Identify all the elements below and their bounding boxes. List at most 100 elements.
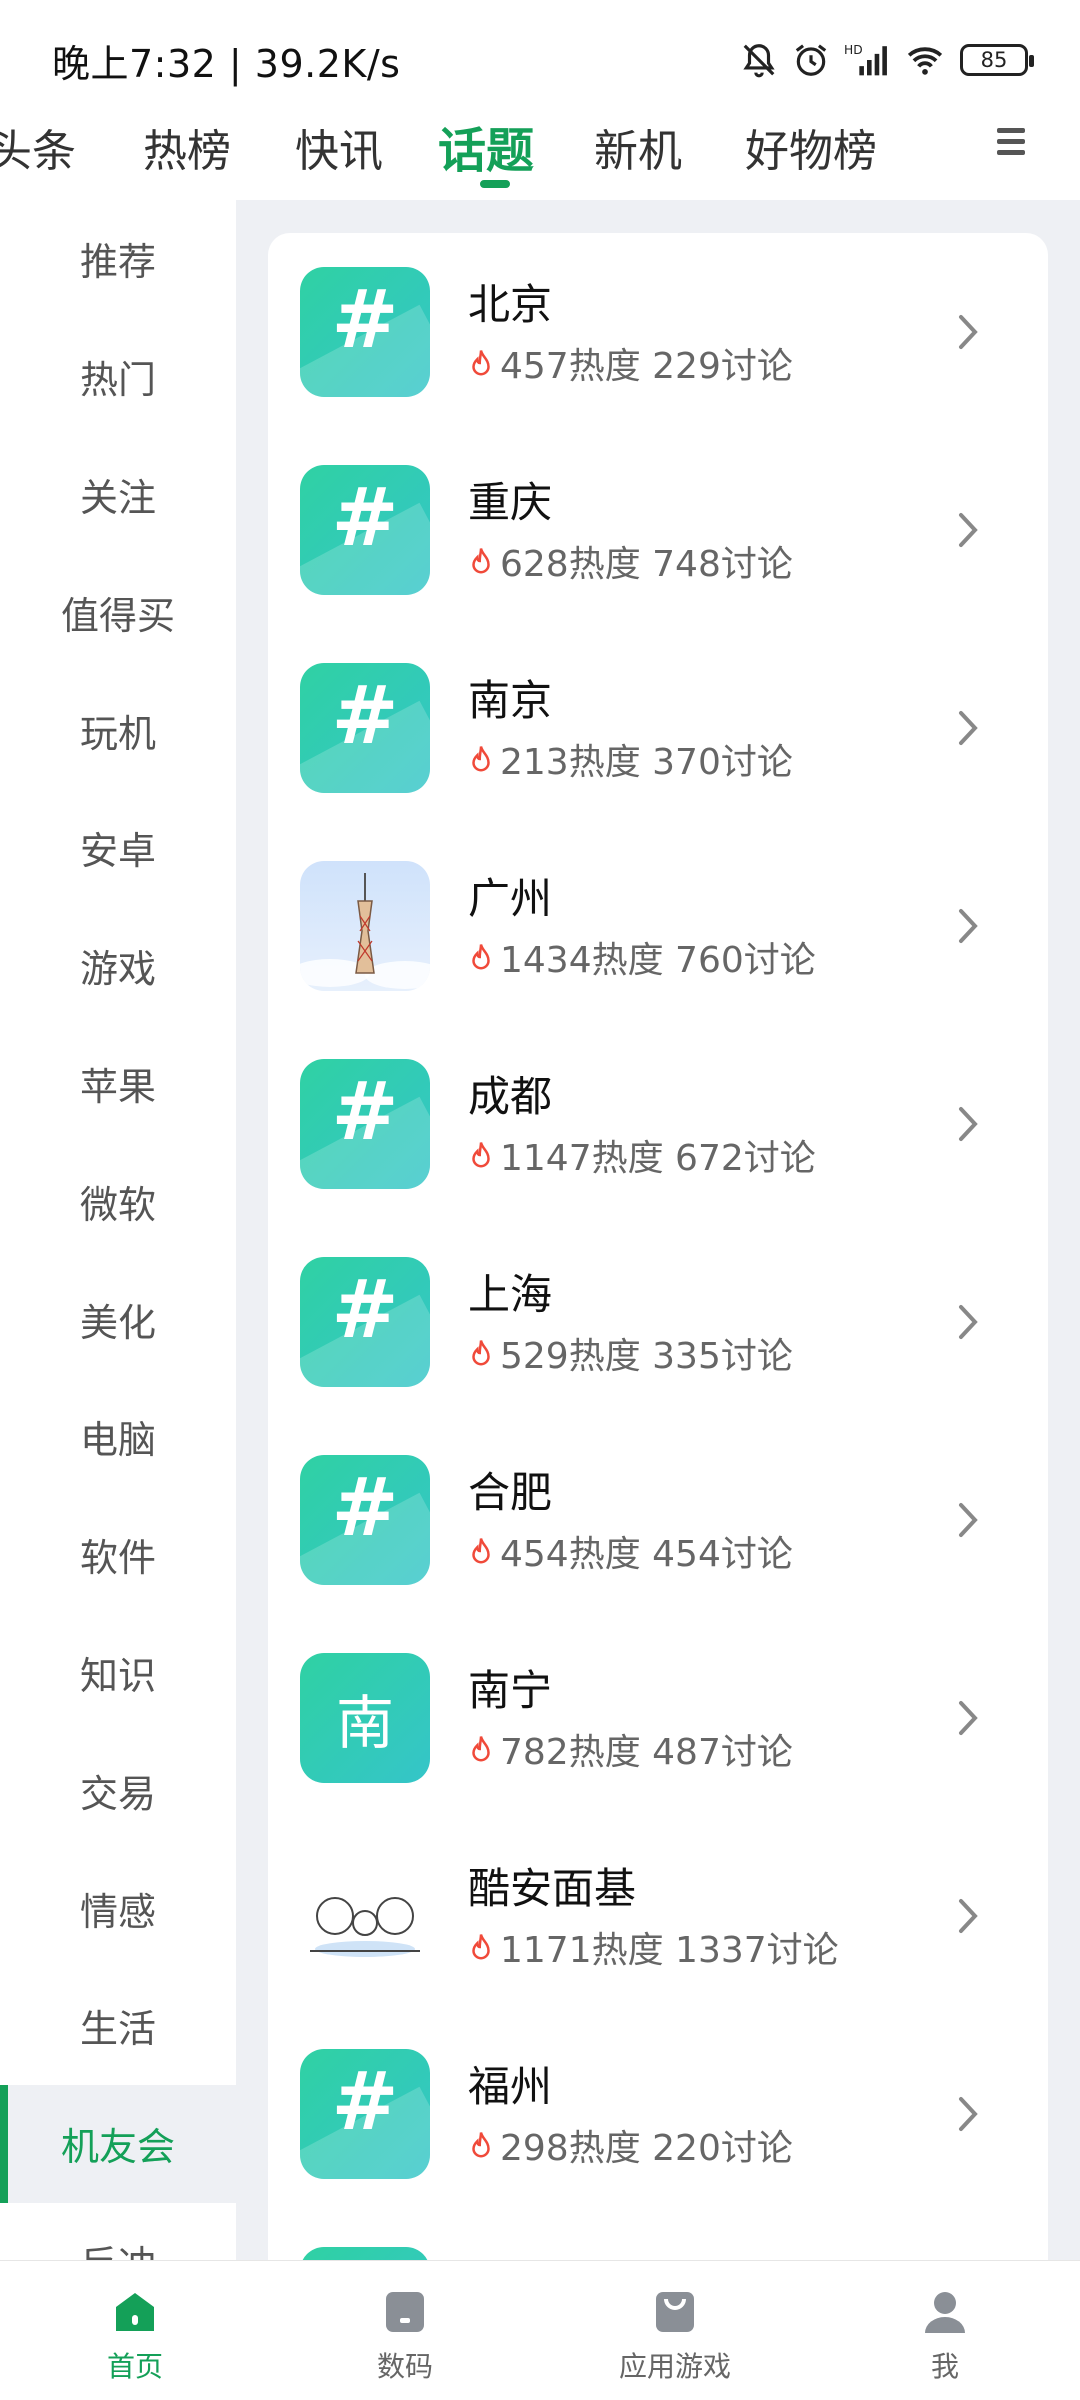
topic-stats-text: 298热度 220讨论 (500, 2128, 793, 2169)
topic-stats: 782热度 487讨论 (468, 1723, 793, 1775)
sidebar-item-popular[interactable]: 热门 (0, 318, 236, 436)
nav-digital[interactable]: 数码 (270, 2261, 540, 2400)
topic-item-partial[interactable]: # (268, 2213, 1048, 2260)
tab-news-flash[interactable]: 快讯 (295, 115, 383, 179)
fire-icon (472, 1736, 490, 1762)
nav-apps-games[interactable]: 应用游戏 (540, 2261, 810, 2400)
sidebar-item-following[interactable]: 关注 (0, 436, 236, 554)
topic-item[interactable]: 广州 1434热度 760讨论 (268, 827, 1048, 1025)
nav-home[interactable]: 首页 (0, 2261, 270, 2400)
tab-headlines[interactable]: 头条 (0, 115, 76, 179)
bottom-nav: 首页 数码 应用游戏 我 (0, 2260, 1080, 2400)
topic-title: 酷安面基 (468, 1864, 637, 1913)
topic-title: 北京 (468, 280, 553, 329)
hash-icon: # (300, 2049, 430, 2179)
chevron-right-icon (959, 513, 978, 547)
tab-good-products[interactable]: 好物榜 (745, 115, 877, 179)
sidebar-item-recommend[interactable]: 推荐 (0, 200, 236, 318)
topic-stats-text: 1147热度 672讨论 (500, 1138, 816, 1179)
fire-icon (472, 1340, 490, 1366)
topic-item[interactable]: # 成都 1147热度 672讨论 (268, 1025, 1048, 1223)
topic-stats: 457热度 229讨论 (468, 337, 793, 389)
nav-me-label: 我 (930, 2350, 959, 2383)
chevron-right-icon (959, 2097, 978, 2131)
topic-stats-text: 529热度 335讨论 (500, 1336, 793, 1377)
sidebar-item-computer[interactable]: 电脑 (0, 1378, 236, 1496)
sidebar-item-software[interactable]: 软件 (0, 1496, 236, 1614)
nan-icon: 南 (300, 1653, 430, 1783)
sidebar-item-apple[interactable]: 苹果 (0, 1025, 236, 1143)
sidebar-item-android[interactable]: 安卓 (0, 789, 236, 907)
tab-topics[interactable]: 话题 (438, 111, 534, 181)
sidebar-item-tinkering[interactable]: 玩机 (0, 671, 236, 789)
topic-title: 南京 (468, 676, 553, 725)
active-tab-indicator (480, 180, 510, 188)
hash-icon: # (300, 465, 430, 595)
sidebar-item-worth-buying[interactable]: 值得买 (0, 553, 236, 671)
topic-stats: 1171热度 1337讨论 (468, 1921, 839, 1973)
chevron-right-icon (959, 1503, 978, 1537)
tab-new-phones[interactable]: 新机 (594, 115, 682, 179)
sidebar-item-knowledge[interactable]: 知识 (0, 1614, 236, 1732)
topic-stats: 298热度 220讨论 (468, 2119, 793, 2171)
category-sidebar: 推荐 热门 关注 值得买 玩机 安卓 游戏 苹果 微软 美化 电脑 软件 知识 … (0, 200, 236, 2260)
topic-stats-text: 1171热度 1337讨论 (500, 1930, 839, 1971)
topic-title: 合肥 (468, 1468, 553, 1517)
sidebar-item-emotion[interactable]: 情感 (0, 1849, 236, 1967)
topic-stats: 1434热度 760讨论 (468, 931, 816, 983)
topic-item[interactable]: 酷安面基 1171热度 1337讨论 (268, 1817, 1048, 2015)
topic-stats-text: 628热度 748讨论 (500, 544, 793, 585)
sidebar-item-microsoft[interactable]: 微软 (0, 1142, 236, 1260)
sidebar-item-meetups[interactable]: 机友会 (0, 2084, 236, 2203)
hash-icon: # (300, 1455, 430, 1585)
meme-icon (300, 1851, 430, 1981)
topic-stats: 454热度 454讨论 (468, 1525, 793, 1577)
topic-stats-text: 213热度 370讨论 (500, 742, 793, 783)
canton-tower-icon (300, 861, 430, 991)
topic-title: 成都 (468, 1072, 553, 1121)
status-time-speed: 晚上7:32 | 39.2K/s (52, 41, 401, 86)
sidebar-item-themes[interactable]: 美化 (0, 1260, 236, 1378)
topic-stats-text: 454热度 454讨论 (500, 1534, 793, 1575)
fire-icon (472, 1142, 490, 1168)
tab-hot-list[interactable]: 热榜 (143, 115, 231, 179)
nan-icon-text: 南 (335, 1689, 394, 1757)
nav-me[interactable]: 我 (810, 2261, 1080, 2400)
topic-stats-text: 1434热度 760讨论 (500, 940, 816, 981)
topic-item[interactable]: 南 南宁 782热度 487讨论 (268, 1619, 1048, 1817)
topic-item[interactable]: # 南京 213热度 370讨论 (268, 629, 1048, 827)
sidebar-item-trade[interactable]: 交易 (0, 1731, 236, 1849)
menu-icon[interactable] (997, 122, 1033, 162)
fire-icon (472, 350, 490, 376)
fire-icon (472, 1934, 490, 1960)
topic-stats: 213热度 370讨论 (468, 733, 793, 785)
chevron-right-icon (959, 1701, 978, 1735)
topic-title: 南宁 (468, 1666, 553, 1715)
topic-item[interactable]: # 合肥 454热度 454讨论 (268, 1421, 1048, 1619)
topic-panel: # 北京 457热度 229讨论 # 重庆 628热度 748讨论 # 南京 2… (236, 200, 1080, 2260)
nav-home-label: 首页 (106, 2350, 163, 2383)
chevron-right-icon (959, 1899, 978, 1933)
hash-icon: # (300, 267, 430, 397)
chevron-right-icon (959, 909, 978, 943)
topic-item[interactable]: # 北京 457热度 229讨论 (268, 233, 1048, 431)
digital-icon (386, 2292, 424, 2332)
topic-stats: 628热度 748讨论 (468, 535, 793, 587)
fire-icon (472, 1538, 490, 1564)
topic-title: 重庆 (468, 478, 553, 527)
topic-item[interactable]: # 福州 298热度 220讨论 (268, 2015, 1048, 2213)
chevron-right-icon (959, 711, 978, 745)
sidebar-item-games[interactable]: 游戏 (0, 907, 236, 1025)
svg-text:HD: HD (844, 43, 863, 57)
topic-item[interactable]: # 上海 529热度 335讨论 (268, 1223, 1048, 1421)
topic-stats-text: 782热度 487讨论 (500, 1732, 793, 1773)
topic-item[interactable]: # 重庆 628热度 748讨论 (268, 431, 1048, 629)
sidebar-item-life[interactable]: 生活 (0, 1967, 236, 2085)
sidebar-item-partial[interactable]: 反冲 (0, 2203, 236, 2260)
battery-icon: 85 (960, 44, 1034, 76)
chevron-right-icon (959, 1107, 978, 1141)
fire-icon (472, 2132, 490, 2158)
status-icons: HD 85 (740, 41, 1034, 79)
top-tab-bar: 头条 热榜 快讯 话题 新机 好物榜 (0, 105, 1080, 200)
fire-icon (472, 548, 490, 574)
